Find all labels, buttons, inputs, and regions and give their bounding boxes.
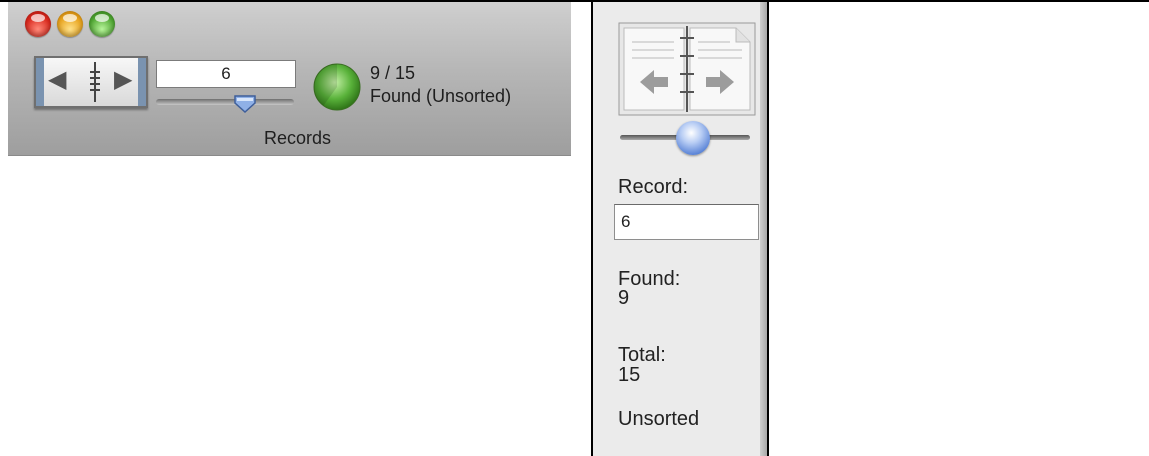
classic-status-edge	[760, 2, 767, 456]
book-navigation-icon[interactable]	[618, 22, 756, 116]
minimize-button[interactable]	[57, 11, 83, 37]
previous-record-icon[interactable]: ◀	[48, 68, 66, 92]
found-pie-icon	[313, 63, 361, 111]
zoom-button[interactable]	[89, 11, 115, 37]
book-cover-right	[138, 58, 146, 106]
table-column-divider	[767, 0, 769, 456]
book-cover-left	[36, 58, 44, 106]
record-count: 9 / 15	[370, 63, 416, 83]
record-slider-thumb[interactable]	[234, 95, 256, 113]
found-value: 9	[618, 287, 630, 309]
total-value: 15	[618, 364, 641, 386]
classic-slider-thumb[interactable]	[676, 121, 710, 155]
record-label: Record:	[618, 176, 689, 198]
record-slider[interactable]	[156, 99, 294, 105]
classic-record-field[interactable]: 6	[614, 204, 759, 240]
book-spine-icon	[90, 62, 100, 102]
sort-status: Unsorted	[618, 408, 700, 430]
close-button[interactable]	[25, 11, 51, 37]
record-number-field[interactable]: 6	[156, 60, 296, 88]
records-label: Records	[264, 128, 332, 148]
found-status: Found (Unsorted)	[370, 86, 512, 106]
next-record-icon[interactable]: ▶	[114, 68, 132, 92]
book-navigation-button[interactable]: ◀ ▶	[34, 56, 148, 108]
